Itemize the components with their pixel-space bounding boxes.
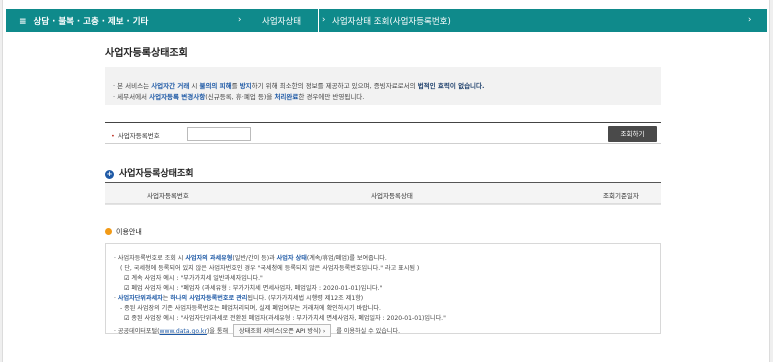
column-header-lookup-date: 조회기준일자	[603, 192, 639, 200]
guide-section-title: 이용안내	[105, 227, 142, 237]
guide-line-1: · 사업자등록번호로 조회 시 사업자의 과세유형(일반/간이 등)과 사업자 …	[114, 255, 387, 262]
guide-line-2: ( 단, 국세청에 등록되어 있지 않은 사업자번호인 경우 "국세청에 등록되…	[120, 265, 420, 272]
breadcrumb-divider	[318, 9, 319, 32]
chevron-right-icon: ›	[238, 15, 242, 25]
guide-line-6: - 종된 사업장의 기존 사업자등록번호는 폐업처리되며, 실제 폐업여부는 거…	[120, 305, 381, 312]
search-button[interactable]: 조회하기	[608, 126, 657, 142]
notice-line-2: · 세무서에서 사업자등록 변경사항(신규등록, 휴·폐업 등)을 처리완료한 …	[113, 93, 365, 101]
page-title: 사업자등록상태조회	[105, 48, 188, 59]
main-menu-button[interactable]: ≡ 상담 · 불복 · 고충 · 제보 · 기타	[19, 15, 148, 27]
chevron-right-icon: ›	[322, 15, 326, 25]
data-portal-link[interactable]: www.data.go.kr	[160, 328, 207, 335]
business-number-label: • 사업자등록번호	[111, 132, 160, 140]
bullet-dot-icon	[105, 228, 112, 235]
guide-line-8: · 공공데이터포털(www.data.go.kr)을 통해 상태조회 서비스(오…	[114, 324, 400, 337]
breadcrumb-business-status-lookup[interactable]: 사업자상태 조회(사업자등록번호)	[332, 15, 451, 27]
plus-circle-icon: +	[105, 170, 114, 179]
result-section-title: + 사업자등록상태조회	[105, 169, 194, 179]
breadcrumb-business-status[interactable]: 사업자상태	[262, 15, 301, 27]
service-notice-box: · 본 서비스는 사업자간 거래 시 불의의 피해를 방지하기 위해 최소한의 …	[105, 67, 661, 105]
notice-line-1: · 본 서비스는 사업자간 거래 시 불의의 피해를 방지하기 위해 최소한의 …	[113, 82, 485, 90]
required-marker-icon: •	[111, 132, 115, 140]
result-table-header: 사업자등록번호 사업자등록상태 조회기준일자	[105, 182, 661, 204]
guide-line-5: · 사업자단위과세자는 하나의 사업자등록번호로 관리됩니다. (부가가치세법 …	[114, 295, 364, 302]
column-header-business-status: 사업자등록상태	[371, 192, 413, 200]
search-form: • 사업자등록번호 조회하기	[105, 122, 661, 144]
chevron-right-icon[interactable]: ›	[748, 15, 751, 25]
main-menu-label: 상담 · 불복 · 고충 · 제보 · 기타	[33, 17, 149, 27]
business-number-input[interactable]	[187, 127, 251, 141]
guide-line-4: ☑ 폐업 사업자 예시 : "폐업자 (과세유형 : 부가가치세 면세사업자, …	[124, 285, 383, 292]
hamburger-icon: ≡	[19, 17, 27, 27]
guide-line-3: ☑ 계속 사업자 예시 : "부가가치세 일반과세자입니다."	[124, 275, 263, 282]
open-api-service-button[interactable]: 상태조회 서비스(오픈 API 방식) ›	[233, 324, 332, 337]
guide-line-7: ☑ 종된 사업장 예시 : "사업자단위과세로 전환된 폐업자(과세유형 : 부…	[124, 315, 446, 322]
checkbox-icon: ☑	[124, 285, 130, 292]
checkbox-icon: ☑	[124, 315, 130, 322]
top-navigation-bar: ≡ 상담 · 불복 · 고충 · 제보 · 기타 › 사업자상태 › 사업자상태 …	[6, 9, 767, 32]
guide-box: · 사업자등록번호로 조회 시 사업자의 과세유형(일반/간이 등)과 사업자 …	[105, 243, 661, 337]
result-table-bottom-border	[105, 204, 661, 205]
column-header-business-number: 사업자등록번호	[147, 192, 189, 200]
checkbox-icon: ☑	[124, 275, 130, 282]
